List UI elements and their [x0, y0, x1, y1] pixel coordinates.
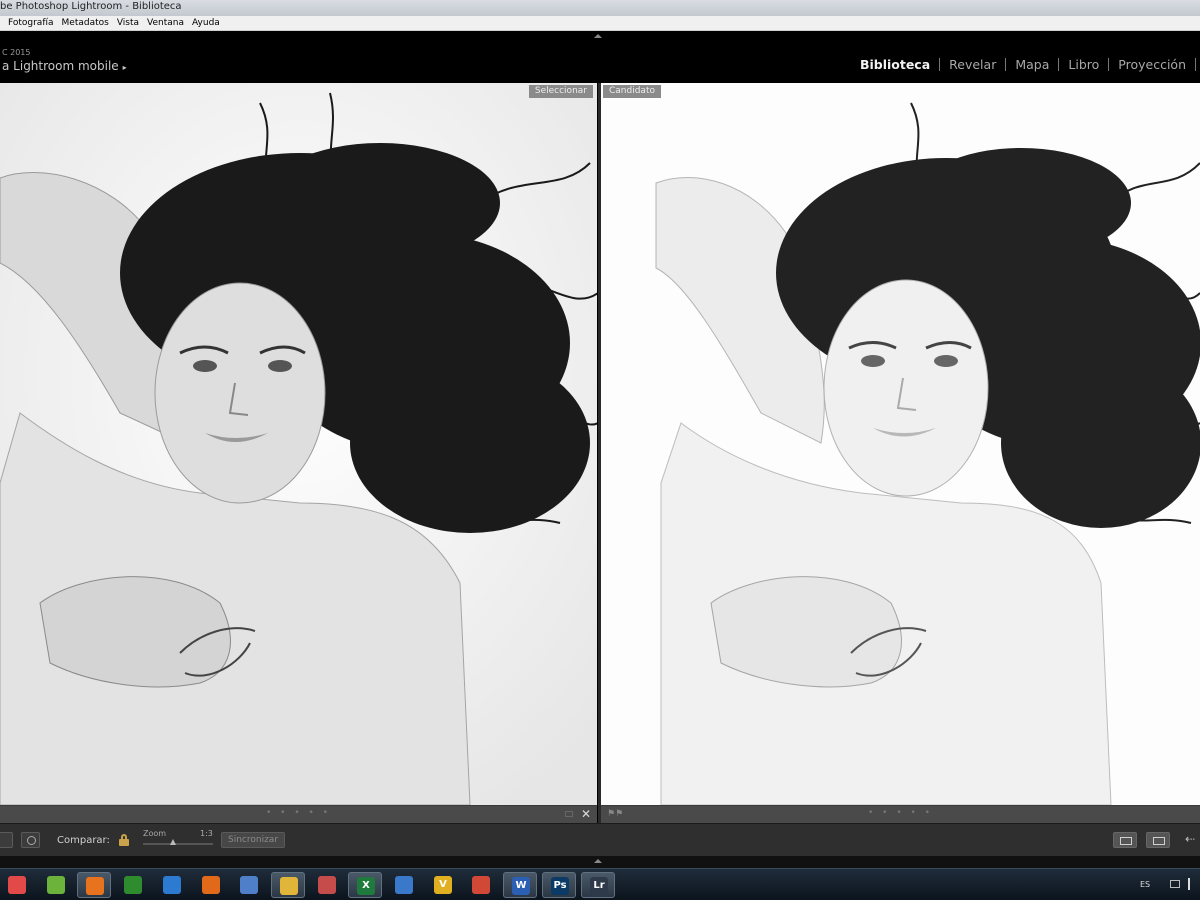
- taskbar-button[interactable]: [271, 872, 305, 898]
- outlook-icon: [280, 877, 298, 895]
- module-biblioteca[interactable]: Biblioteca: [851, 57, 939, 72]
- globe-icon: [318, 876, 336, 894]
- excel-icon: X: [357, 877, 375, 895]
- taskbar-button[interactable]: [0, 872, 34, 898]
- zoom-ratio: 1:3: [200, 829, 213, 838]
- taskbar: X V W Ps Lr ES: [0, 868, 1200, 900]
- module-separator: [1195, 58, 1196, 71]
- game-icon: [47, 876, 65, 894]
- taskbar-button[interactable]: [155, 872, 189, 898]
- module-revelar[interactable]: Revelar: [940, 57, 1005, 72]
- swap-button[interactable]: [1113, 832, 1137, 848]
- module-mapa[interactable]: Mapa: [1006, 57, 1058, 72]
- flag-icon[interactable]: ⚑⚑: [607, 809, 623, 819]
- candidate-label: Candidato: [603, 85, 661, 98]
- taskbar-button[interactable]: V: [426, 872, 460, 898]
- taskbar-button[interactable]: [116, 872, 150, 898]
- candidate-photo[interactable]: [601, 83, 1200, 805]
- system-tray: ES: [1130, 869, 1200, 900]
- language-indicator[interactable]: ES: [1140, 880, 1150, 889]
- portrait-photo-select: [0, 83, 597, 805]
- compare-label: Comparar:: [57, 835, 110, 846]
- make-select-button[interactable]: [1146, 832, 1170, 848]
- taskbar-button[interactable]: [232, 872, 266, 898]
- select-pane-bar: • • • • • ✕: [0, 805, 597, 823]
- select-photo[interactable]: [0, 83, 597, 805]
- select-pane[interactable]: Seleccionar • • • • • ✕: [0, 83, 598, 823]
- lock-icon[interactable]: [119, 834, 129, 846]
- grid-toggle-icon[interactable]: [565, 811, 573, 817]
- taskbar-button[interactable]: [39, 872, 73, 898]
- collapse-filmstrip-icon[interactable]: [594, 859, 602, 863]
- loupe-view-button[interactable]: [21, 832, 40, 848]
- photoshop-icon: Ps: [551, 877, 569, 895]
- module-picker: Biblioteca Revelar Mapa Libro Proyección: [851, 57, 1196, 72]
- menu-item-metadatos[interactable]: Metadatos: [58, 18, 113, 28]
- taskbar-button[interactable]: [194, 872, 228, 898]
- taskbar-button[interactable]: Lr: [581, 872, 615, 898]
- chart-icon: [395, 876, 413, 894]
- module-libro[interactable]: Libro: [1059, 57, 1108, 72]
- taskbar-button[interactable]: Ps: [542, 872, 576, 898]
- module-proyeccion[interactable]: Proyección: [1109, 57, 1195, 72]
- candidate-pane-dots: • • • • •: [868, 808, 933, 818]
- taskbar-button[interactable]: X: [348, 872, 382, 898]
- lightroom-icon: Lr: [590, 877, 608, 895]
- sync-button[interactable]: Sincronizar: [221, 832, 286, 848]
- action-center-flag-icon[interactable]: [1188, 878, 1198, 890]
- collapse-top-panel-icon[interactable]: [594, 34, 602, 38]
- module-header: C 2015 a Lightroom mobile ▸ Biblioteca Re…: [0, 31, 1200, 83]
- zoom-label: Zoom: [143, 829, 167, 838]
- candidate-pane[interactable]: Candidato ⚑⚑ • • • • •: [601, 83, 1200, 823]
- compare-view: Seleccionar • • • • • ✕ Candidato ⚑⚑ • •…: [0, 83, 1200, 823]
- compare-toolbar: Comparar: Zoom 1:3 Sincronizar ⇠: [0, 823, 1200, 856]
- select-pane-dots: • • • • •: [266, 808, 331, 818]
- dropbox-icon: [163, 876, 181, 894]
- vectorworks-icon: V: [434, 876, 452, 894]
- menu-item-vista[interactable]: Vista: [113, 18, 143, 28]
- tray-icon[interactable]: [1170, 880, 1180, 888]
- firefox-icon: [86, 877, 104, 895]
- taskbar-button[interactable]: [387, 872, 421, 898]
- menu-bar: Fotografía Metadatos Vista Ventana Ayuda: [0, 16, 1200, 31]
- nvidia-icon: [124, 876, 142, 894]
- taskbar-button[interactable]: [77, 872, 111, 898]
- photo-viewer-icon: [240, 876, 258, 894]
- picasa-icon: [8, 876, 26, 894]
- menu-item-ventana[interactable]: Ventana: [143, 18, 188, 28]
- filmstrip-collapse-strip: [0, 856, 1200, 868]
- candidate-pane-bar: ⚑⚑ • • • • •: [601, 805, 1200, 823]
- menu-item-ayuda[interactable]: Ayuda: [188, 18, 224, 28]
- close-icon[interactable]: ✕: [581, 807, 591, 821]
- taskbar-button[interactable]: [310, 872, 344, 898]
- lightroom-mobile-label: a Lightroom mobile: [2, 59, 119, 73]
- window-title: be Photoshop Lightroom - Biblioteca: [0, 1, 182, 12]
- lock-body: [119, 839, 129, 846]
- zoom-slider[interactable]: [143, 843, 213, 845]
- play-icon: ▸: [122, 63, 127, 72]
- lightroom-mobile-link[interactable]: a Lightroom mobile ▸: [2, 59, 127, 73]
- taskbar-button[interactable]: W: [503, 872, 537, 898]
- arrow-left-icon[interactable]: ⇠: [1185, 832, 1195, 846]
- burner-icon: [202, 876, 220, 894]
- window-title-bar: be Photoshop Lightroom - Biblioteca: [0, 0, 1200, 16]
- chrome-icon: [472, 876, 490, 894]
- identity-version: C 2015: [2, 48, 31, 57]
- select-label: Seleccionar: [528, 85, 593, 98]
- portrait-photo-candidate: [601, 83, 1200, 805]
- word-icon: W: [512, 877, 530, 895]
- grid-view-button[interactable]: [0, 832, 13, 848]
- menu-item-fotografia[interactable]: Fotografía: [0, 18, 58, 28]
- taskbar-button[interactable]: [464, 872, 498, 898]
- zoom-slider-thumb[interactable]: [170, 839, 176, 845]
